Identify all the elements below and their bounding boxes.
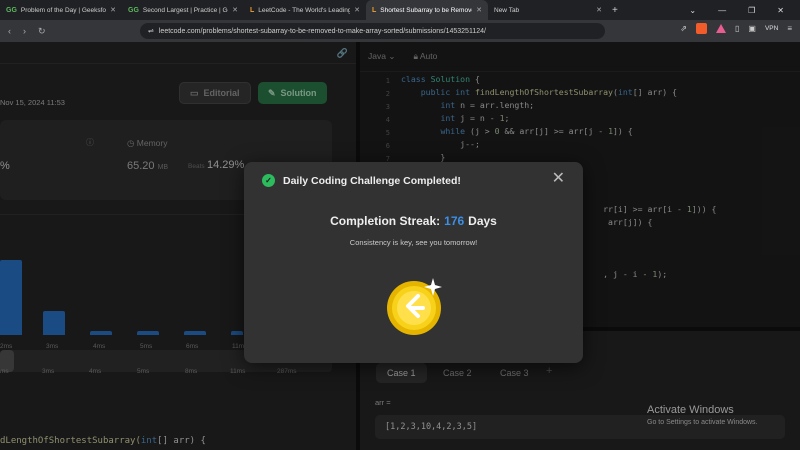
- tab-close-icon[interactable]: ✕: [596, 6, 602, 14]
- brave-shield-icon[interactable]: [695, 23, 707, 34]
- streak-value: 176: [444, 214, 465, 228]
- modal-subtitle: Consistency is key, see you tomorrow!: [349, 238, 478, 247]
- modal-title-text: Daily Coding Challenge Completed!: [283, 174, 461, 187]
- browser-tab-bar: GG Problem of the Day | GeeksforGeeks ✕ …: [0, 0, 800, 20]
- back-icon[interactable]: ‹: [8, 26, 11, 37]
- leetcode-favicon-icon: L: [372, 6, 377, 14]
- tab-search-icon[interactable]: ⌄: [689, 6, 696, 15]
- brave-rewards-icon[interactable]: [715, 24, 726, 33]
- forward-icon[interactable]: ›: [23, 26, 26, 37]
- tab-title: New Tab: [494, 6, 520, 14]
- close-modal-button[interactable]: ✕: [552, 170, 565, 188]
- tab-title: Shortest Subarray to be Removed: [380, 6, 473, 14]
- gfg-favicon-icon: GG: [128, 6, 139, 14]
- watermark-subtitle: Go to Settings to activate Windows.: [647, 419, 758, 426]
- tab-leetcode-home[interactable]: L LeetCode - The World's Leading Online …: [244, 0, 366, 20]
- address-bar-row: ‹ › ↻ ⇌ leetcode.com/problems/shortest-s…: [0, 20, 800, 42]
- completion-streak: Completion Streak: 176 Days: [330, 214, 497, 228]
- toolbar-icons: ⇗ ▯ ▣ VPN ≡: [680, 23, 792, 34]
- nav-buttons: ‹ › ↻: [0, 26, 120, 37]
- tab-shortest-subarray[interactable]: L Shortest Subarray to be Removed ✕: [366, 0, 488, 20]
- tab-close-icon[interactable]: ✕: [476, 6, 482, 14]
- new-tab-button[interactable]: +: [612, 5, 618, 16]
- tab-close-icon[interactable]: ✕: [232, 6, 238, 14]
- tab-close-icon[interactable]: ✕: [354, 6, 360, 14]
- tab-gfg-potd[interactable]: GG Problem of the Day | GeeksforGeeks ✕: [0, 0, 122, 20]
- reload-icon[interactable]: ↻: [38, 26, 46, 37]
- tab-title: Problem of the Day | GeeksforGeeks: [20, 6, 107, 14]
- maximize-button[interactable]: ❐: [748, 6, 755, 15]
- daily-challenge-modal: ✓ Daily Coding Challenge Completed! ✕ Co…: [244, 162, 583, 363]
- url-field[interactable]: ⇌ leetcode.com/problems/shortest-subarra…: [140, 23, 605, 39]
- tab-title: Second Largest | Practice | GeeksforGeek…: [142, 6, 228, 14]
- modal-title: ✓ Daily Coding Challenge Completed!: [262, 174, 461, 187]
- sidebar-icon[interactable]: ▯: [735, 24, 739, 33]
- watermark-title: Activate Windows: [647, 404, 734, 416]
- vpn-button[interactable]: VPN: [765, 25, 778, 32]
- window-controls: ⌄ — ❐ ✕: [689, 0, 800, 20]
- url-text: leetcode.com/problems/shortest-subarray-…: [158, 27, 486, 35]
- close-window-button[interactable]: ✕: [777, 6, 784, 15]
- check-circle-icon: ✓: [262, 174, 275, 187]
- share-icon[interactable]: ⇗: [680, 24, 687, 33]
- site-info-icon[interactable]: ⇌: [148, 27, 154, 35]
- leetcode-favicon-icon: L: [250, 6, 255, 14]
- leetcode-coin-icon: [387, 278, 442, 335]
- tab-close-icon[interactable]: ✕: [110, 6, 116, 14]
- tab-gfg-second-largest[interactable]: GG Second Largest | Practice | GeeksforG…: [122, 0, 244, 20]
- menu-icon[interactable]: ≡: [787, 24, 792, 33]
- tab-new-tab[interactable]: New Tab ✕: [488, 0, 608, 20]
- wallet-icon[interactable]: ▣: [748, 24, 756, 33]
- activate-windows-watermark: Activate Windows Go to Settings to activ…: [647, 404, 758, 426]
- tab-title: LeetCode - The World's Leading Online: [258, 6, 351, 14]
- minimize-button[interactable]: —: [718, 6, 726, 15]
- gfg-favicon-icon: GG: [6, 6, 17, 14]
